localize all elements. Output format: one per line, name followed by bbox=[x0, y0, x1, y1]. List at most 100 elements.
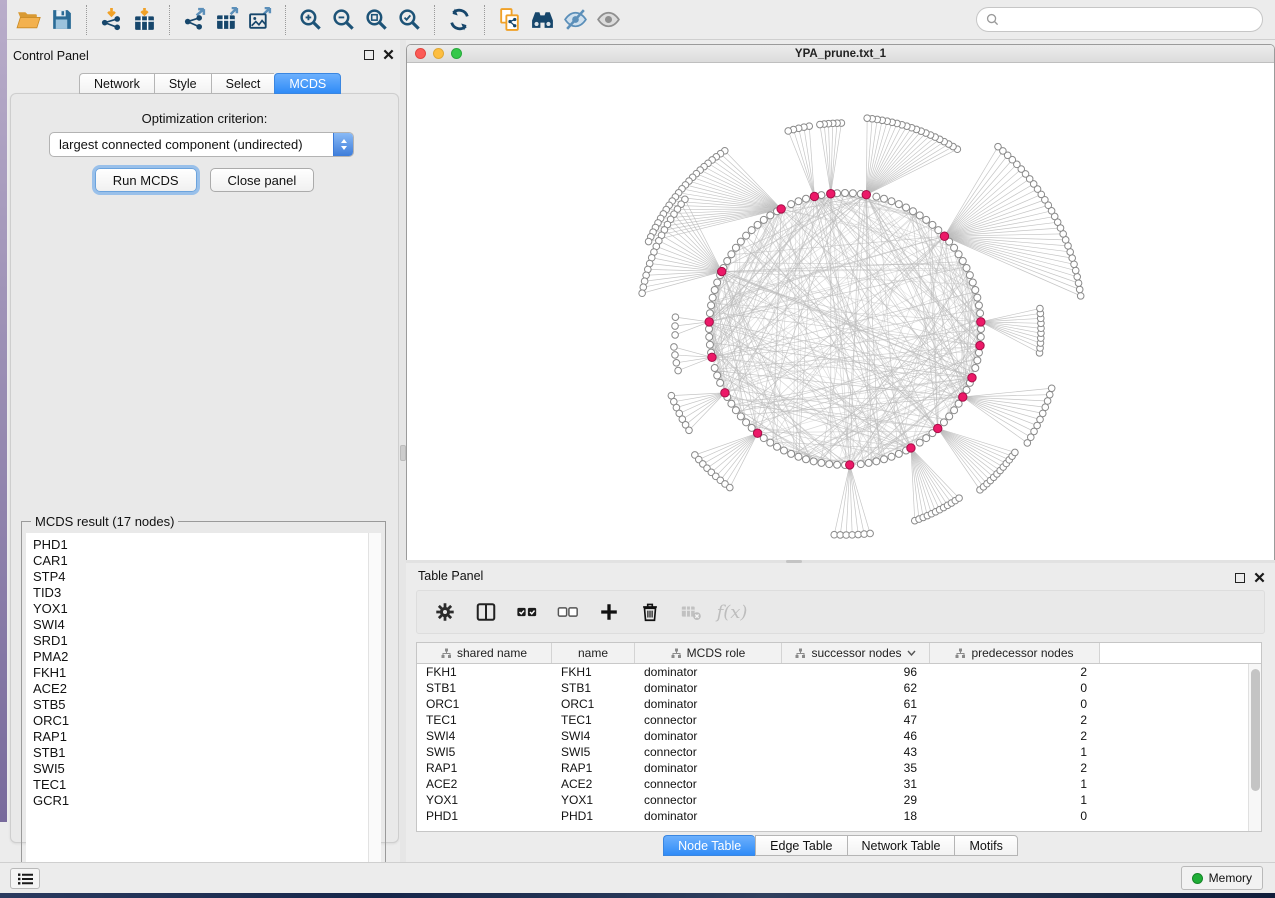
table-options-icon[interactable] bbox=[433, 600, 457, 624]
search-box[interactable] bbox=[976, 7, 1263, 32]
search-input[interactable] bbox=[1004, 13, 1253, 27]
float-panel-icon[interactable] bbox=[364, 50, 374, 60]
task-history-button[interactable] bbox=[10, 868, 40, 889]
criterion-dropdown[interactable]: largest connected component (undirected) bbox=[49, 132, 354, 157]
namespace-icon bbox=[955, 648, 966, 659]
tab-mcds[interactable]: MCDS bbox=[274, 73, 341, 94]
apply-layout-icon[interactable] bbox=[443, 5, 476, 35]
table-row[interactable]: STB1STB1dominator620 bbox=[417, 680, 1261, 696]
create-column-icon[interactable] bbox=[597, 600, 621, 624]
show-hide-columns-icon[interactable] bbox=[474, 600, 498, 624]
tab-style[interactable]: Style bbox=[154, 73, 211, 94]
main-toolbar bbox=[0, 0, 1275, 40]
close-panel-button[interactable]: Close panel bbox=[210, 168, 315, 192]
mcds-result-title: MCDS result (17 nodes) bbox=[31, 514, 178, 529]
network-window: YPA_prune.txt_1 bbox=[406, 44, 1275, 560]
node-table: shared name name MCDS role successor nod… bbox=[416, 642, 1262, 832]
table-tab-bar: Node Table Edge Table Network Table Moti… bbox=[406, 835, 1275, 856]
fit-content-icon[interactable] bbox=[360, 5, 393, 35]
result-list-scrollbar[interactable] bbox=[368, 533, 381, 886]
export-image-icon[interactable] bbox=[244, 5, 277, 35]
mcds-result-item: ORC1 bbox=[33, 713, 368, 729]
mcds-result-item: SWI4 bbox=[33, 617, 368, 633]
mcds-panel: Optimization criterion: largest connecte… bbox=[10, 93, 399, 843]
float-panel-icon[interactable] bbox=[1235, 573, 1245, 583]
table-row[interactable]: YOX1YOX1connector291 bbox=[417, 792, 1261, 808]
delete-columns-icon[interactable] bbox=[638, 600, 662, 624]
namespace-icon bbox=[795, 648, 806, 659]
tab-network[interactable]: Network bbox=[79, 73, 154, 94]
table-row[interactable]: PHD1PHD1dominator180 bbox=[417, 808, 1261, 824]
table-panel: Table Panel bbox=[406, 563, 1275, 862]
table-row[interactable]: RAP1RAP1dominator352 bbox=[417, 760, 1261, 776]
mcds-result-list[interactable]: PHD1 CAR1 STP4 TID3 YOX1 SWI4 SRD1 PMA2 … bbox=[26, 533, 368, 886]
mcds-result-item: FKH1 bbox=[33, 665, 368, 681]
tab-network-table[interactable]: Network Table bbox=[847, 835, 955, 856]
table-row[interactable]: TEC1TEC1connector472 bbox=[417, 712, 1261, 728]
zoom-selected-icon[interactable] bbox=[393, 5, 426, 35]
deselect-all-icon[interactable] bbox=[556, 600, 580, 624]
mcds-result-item: PMA2 bbox=[33, 649, 368, 665]
export-network-icon[interactable] bbox=[178, 5, 211, 35]
control-panel-tab-bar: Network Style Select MCDS bbox=[79, 73, 341, 94]
desktop-wallpaper-edge bbox=[0, 0, 7, 822]
table-row[interactable]: ACE2ACE2connector311 bbox=[417, 776, 1261, 792]
mcds-result-item: GCR1 bbox=[33, 793, 368, 809]
namespace-icon bbox=[671, 648, 682, 659]
tab-select[interactable]: Select bbox=[211, 73, 275, 94]
open-file-icon[interactable] bbox=[12, 5, 45, 35]
table-row[interactable]: SWI5SWI5connector431 bbox=[417, 744, 1261, 760]
export-table-icon[interactable] bbox=[211, 5, 244, 35]
hide-selected-icon[interactable] bbox=[559, 5, 592, 35]
import-network-icon[interactable] bbox=[95, 5, 128, 35]
import-table-icon[interactable] bbox=[128, 5, 161, 35]
zoom-out-icon[interactable] bbox=[327, 5, 360, 35]
table-panel-title: Table Panel bbox=[418, 569, 483, 583]
delete-table-icon bbox=[679, 600, 703, 624]
toolbar-separator bbox=[285, 5, 286, 35]
table-header-row: shared name name MCDS role successor nod… bbox=[417, 643, 1261, 664]
column-header-successor-nodes[interactable]: successor nodes bbox=[782, 643, 930, 663]
mcds-result-item: SWI5 bbox=[33, 761, 368, 777]
mcds-result-item: CAR1 bbox=[33, 553, 368, 569]
control-panel: Control Panel Network Style Select MCDS … bbox=[7, 40, 404, 862]
save-session-icon[interactable] bbox=[45, 5, 78, 35]
column-header-name[interactable]: name bbox=[552, 643, 635, 663]
show-all-icon[interactable] bbox=[592, 5, 625, 35]
column-header-mcds-role[interactable]: MCDS role bbox=[635, 643, 782, 663]
run-mcds-button[interactable]: Run MCDS bbox=[95, 168, 197, 192]
table-row[interactable]: FKH1FKH1dominator962 bbox=[417, 664, 1261, 680]
toolbar-separator bbox=[86, 5, 87, 35]
select-all-icon[interactable] bbox=[515, 600, 539, 624]
function-builder-icon: f(x) bbox=[720, 600, 744, 624]
close-panel-icon[interactable] bbox=[1254, 572, 1265, 583]
list-icon bbox=[18, 873, 33, 885]
tab-edge-table[interactable]: Edge Table bbox=[755, 835, 846, 856]
network-canvas[interactable] bbox=[407, 63, 1274, 560]
mcds-result-item: STB1 bbox=[33, 745, 368, 761]
table-row[interactable]: ORC1ORC1dominator610 bbox=[417, 696, 1261, 712]
mcds-result-group: MCDS result (17 nodes) PHD1 CAR1 STP4 TI… bbox=[21, 521, 386, 891]
column-header-predecessor-nodes[interactable]: predecessor nodes bbox=[930, 643, 1100, 663]
tab-node-table[interactable]: Node Table bbox=[663, 835, 755, 856]
zoom-in-icon[interactable] bbox=[294, 5, 327, 35]
mcds-result-item: PHD1 bbox=[33, 537, 368, 553]
first-neighbors-icon[interactable] bbox=[526, 5, 559, 35]
tab-motifs[interactable]: Motifs bbox=[954, 835, 1017, 856]
memory-button[interactable]: Memory bbox=[1181, 866, 1263, 890]
clone-network-icon[interactable] bbox=[493, 5, 526, 35]
search-icon bbox=[986, 13, 999, 26]
mcds-result-item: TID3 bbox=[33, 585, 368, 601]
mcds-result-item: YOX1 bbox=[33, 601, 368, 617]
table-row[interactable]: SWI4SWI4dominator462 bbox=[417, 728, 1261, 744]
network-window-titlebar[interactable]: YPA_prune.txt_1 bbox=[407, 45, 1274, 63]
memory-status-icon bbox=[1192, 873, 1203, 884]
toolbar-separator bbox=[434, 5, 435, 35]
column-header-shared-name[interactable]: shared name bbox=[417, 643, 552, 663]
scrollbar-thumb[interactable] bbox=[1251, 669, 1260, 791]
mcds-result-item: STP4 bbox=[33, 569, 368, 585]
table-scrollbar[interactable] bbox=[1248, 664, 1261, 831]
close-panel-icon[interactable] bbox=[383, 49, 394, 60]
mcds-result-item: SRD1 bbox=[33, 633, 368, 649]
mcds-result-item: ACE2 bbox=[33, 681, 368, 697]
